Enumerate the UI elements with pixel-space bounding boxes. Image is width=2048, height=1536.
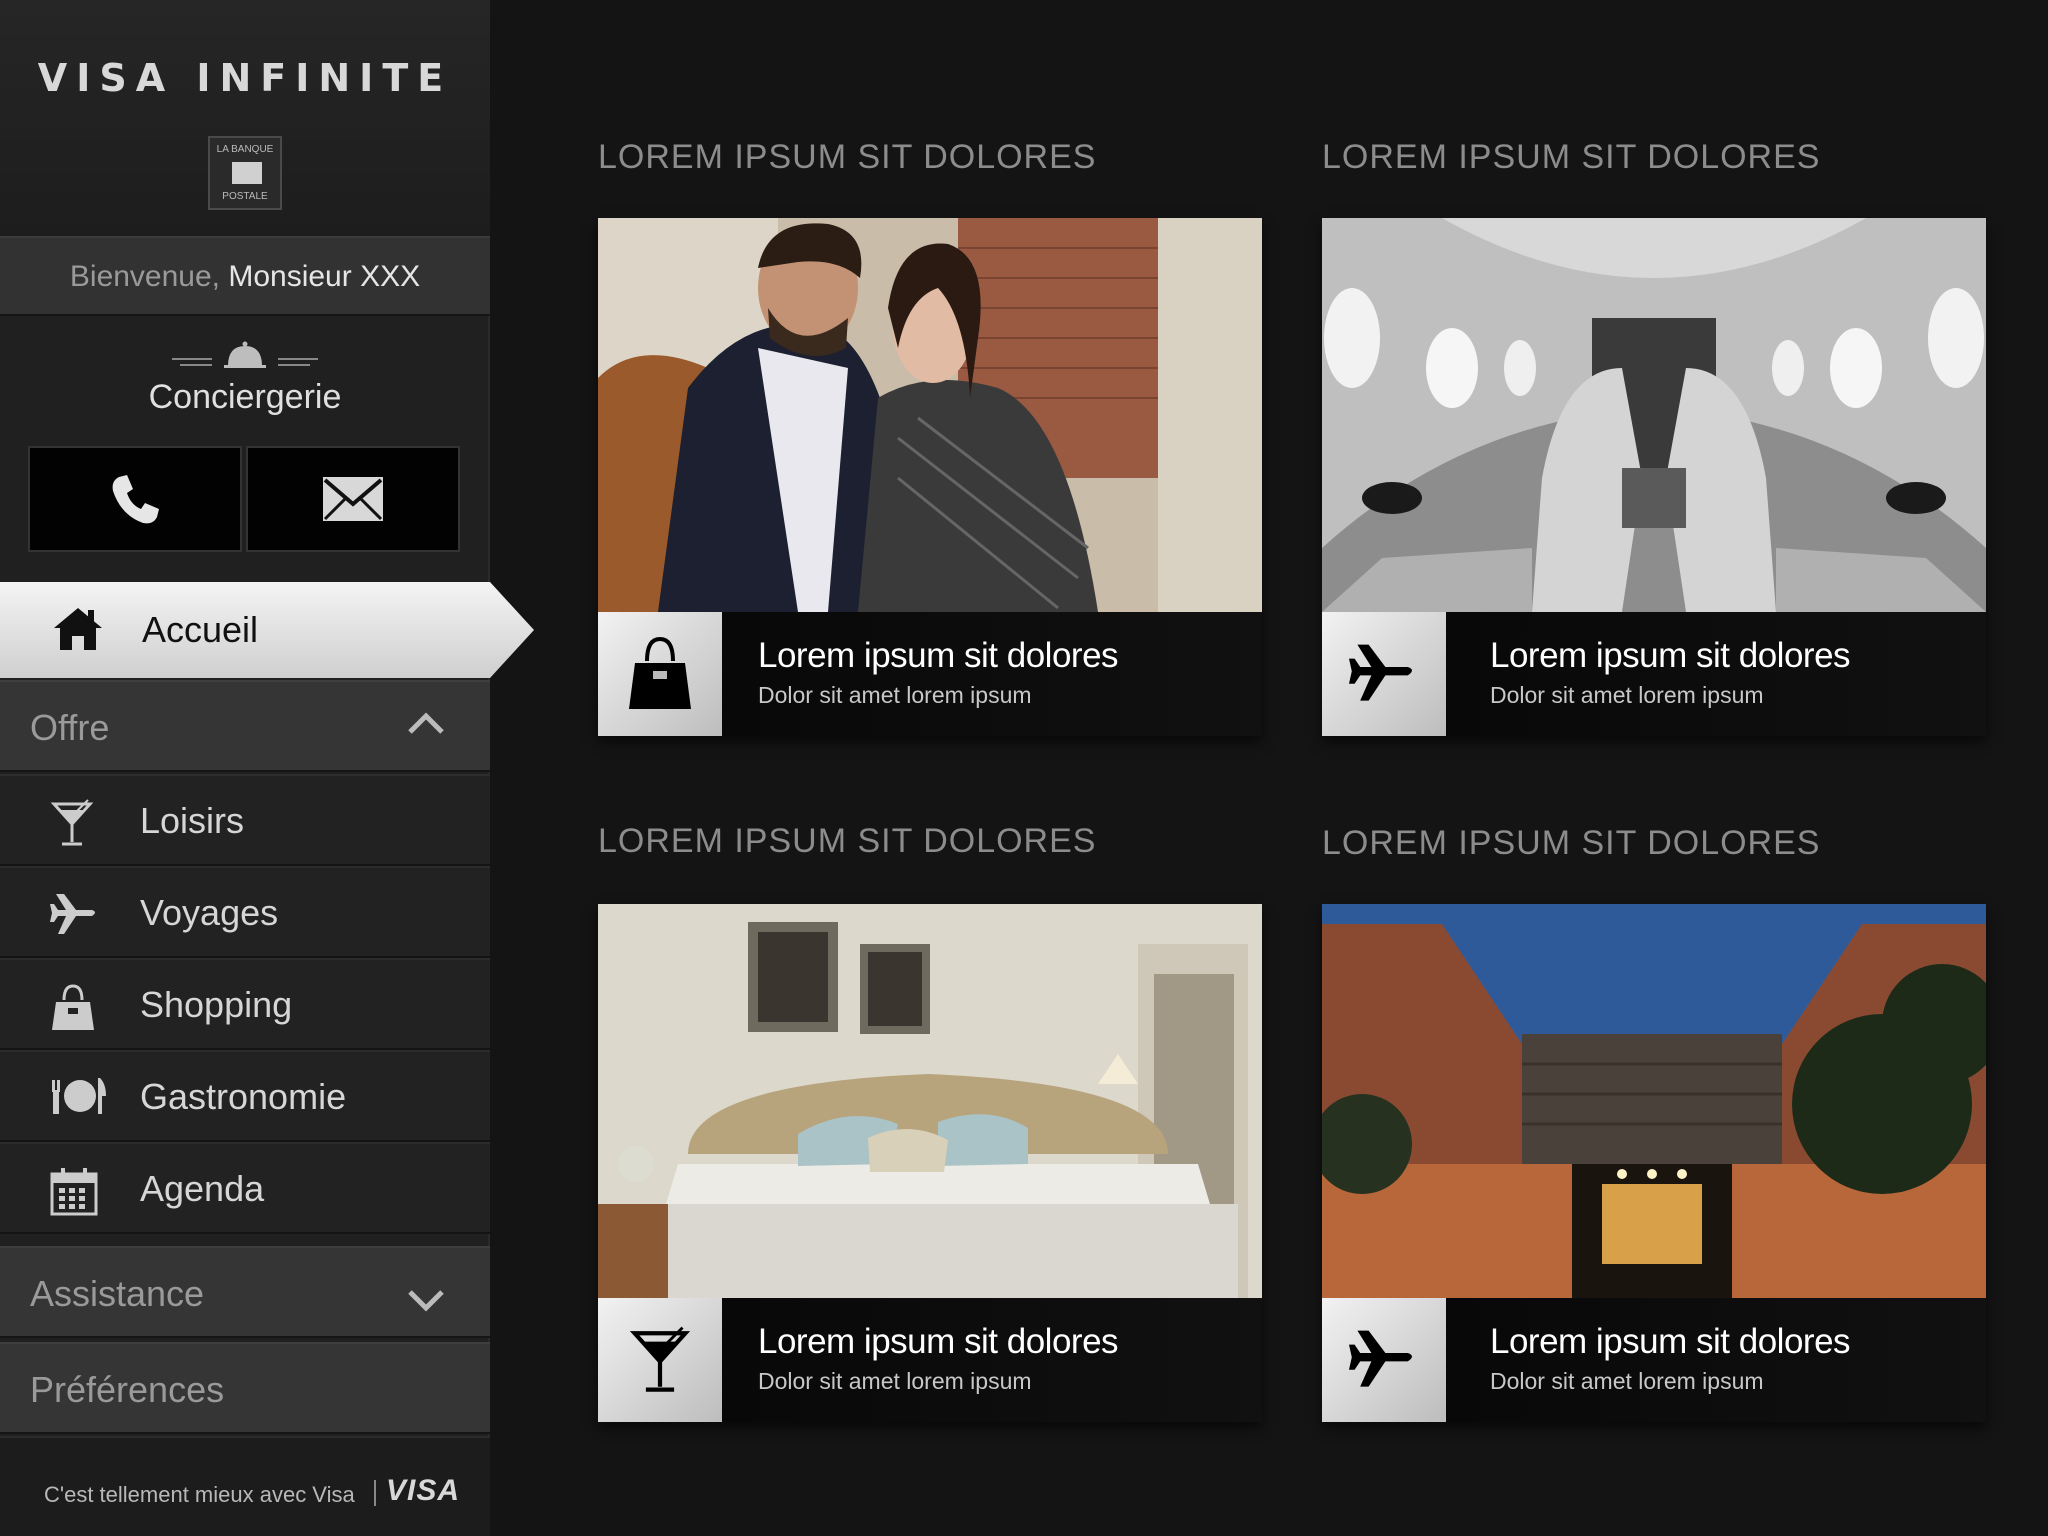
card-icon-box [598,612,722,736]
logo-area: VISA INFINITE LA BANQUE POSTALE [0,0,490,236]
nav-section-label: Assistance [30,1273,205,1314]
nav-item-agenda[interactable]: Agenda [0,1142,490,1234]
plane-icon [1349,644,1412,701]
nav-item-label: Gastronomie [140,1076,347,1117]
cocktail-icon [50,799,94,846]
phone-icon [112,475,159,524]
offer-card-shopping[interactable]: Lorem ipsum sit dolores Dolor sit amet l… [598,218,1262,736]
section-title: LOREM IPSUM SIT DOLORES [598,138,1097,176]
nav-item-loisirs[interactable]: Loisirs [0,774,490,866]
nav-section-offre[interactable]: Offre [0,680,490,772]
nav-item-label: Accueil [142,609,259,650]
welcome-bar: Bienvenue, Monsieur XXX [0,236,490,316]
sidebar-footer: C'est tellement mieux avec Visa VISA [0,1436,490,1536]
chevron-down-icon [408,1290,444,1312]
card-title: Lorem ipsum sit dolores [1490,636,1851,675]
nav-item-label: Loisirs [140,800,245,841]
section-title: LOREM IPSUM SIT DOLORES [1322,138,1821,176]
section-title: LOREM IPSUM SIT DOLORES [598,822,1097,860]
nav-item-label: Agenda [140,1168,265,1209]
concierge-title: Conciergerie [148,378,342,416]
plane-icon [50,894,95,934]
bank-mark-icon [232,162,262,184]
bank-line2: POSTALE [222,191,268,202]
handbag-icon [52,984,94,1030]
section-title: LOREM IPSUM SIT DOLORES [1322,824,1821,862]
card-icon-box [1322,612,1446,736]
private-jet-photo [1322,218,1986,612]
visa-infinite-logo: VISA INFINITE [37,56,453,100]
offer-card-jet[interactable]: Lorem ipsum sit dolores Dolor sit amet l… [1322,218,1986,736]
phone-button[interactable] [28,446,242,552]
hotel-room-photo [598,904,1262,1298]
card-icon-box [1322,1298,1446,1422]
card-subtitle: Dolor sit amet lorem ipsum [758,682,1032,708]
nav-section-label: Préférences [30,1369,225,1410]
nav-section-label: Offre [30,707,110,748]
calendar-icon [50,1168,98,1216]
card-caption-bar: Lorem ipsum sit dolores Dolor sit amet l… [598,612,1262,736]
nav-item-label: Voyages [140,892,279,933]
footer-divider [374,1480,376,1506]
nav-item-shopping[interactable]: Shopping [0,958,490,1050]
plane-icon [1349,1330,1412,1387]
card-caption-bar: Lorem ipsum sit dolores Dolor sit amet l… [1322,612,1986,736]
card-title: Lorem ipsum sit dolores [758,1322,1119,1361]
la-banque-postale-logo: LA BANQUE POSTALE [208,136,282,210]
concierge-panel: Conciergerie [0,320,490,580]
home-icon [54,608,102,650]
card-caption-bar: Lorem ipsum sit dolores Dolor sit amet l… [598,1298,1262,1422]
chevron-up-icon [408,712,444,734]
offer-card-hotel[interactable]: Lorem ipsum sit dolores Dolor sit amet l… [598,904,1262,1422]
nav-item-gastronomie[interactable]: Gastronomie [0,1050,490,1142]
card-title: Lorem ipsum sit dolores [1490,1322,1851,1361]
bell-icon [172,341,318,368]
mail-button[interactable] [246,446,460,552]
bank-line1: LA BANQUE [216,144,274,155]
card-subtitle: Dolor sit amet lorem ipsum [1490,1368,1764,1394]
envelope-icon [323,477,383,521]
nav-item-label: Shopping [140,984,293,1025]
hotel-exterior-photo [1322,904,1986,1298]
card-title: Lorem ipsum sit dolores [758,636,1119,675]
footer-tagline: C'est tellement mieux avec Visa [44,1482,355,1507]
nav-item-voyages[interactable]: Voyages [0,866,490,958]
offer-card-resort[interactable]: Lorem ipsum sit dolores Dolor sit amet l… [1322,904,1986,1422]
nav-section-assistance[interactable]: Assistance [0,1246,490,1338]
dining-icon [52,1078,106,1114]
card-caption-bar: Lorem ipsum sit dolores Dolor sit amet l… [1322,1298,1986,1422]
card-subtitle: Dolor sit amet lorem ipsum [758,1368,1032,1394]
cocktail-icon [629,1326,691,1392]
visa-logo: VISA [386,1474,461,1507]
welcome-greeting: Bienvenue, [69,260,229,293]
card-subtitle: Dolor sit amet lorem ipsum [1490,682,1764,708]
card-icon-box [598,1298,722,1422]
welcome-user: Monsieur XXX [228,260,421,293]
couple-photo [598,218,1262,612]
nav-item-accueil[interactable]: Accueil [0,582,534,678]
nav-section-preferences[interactable]: Préférences [0,1342,490,1434]
handbag-icon [629,636,691,709]
